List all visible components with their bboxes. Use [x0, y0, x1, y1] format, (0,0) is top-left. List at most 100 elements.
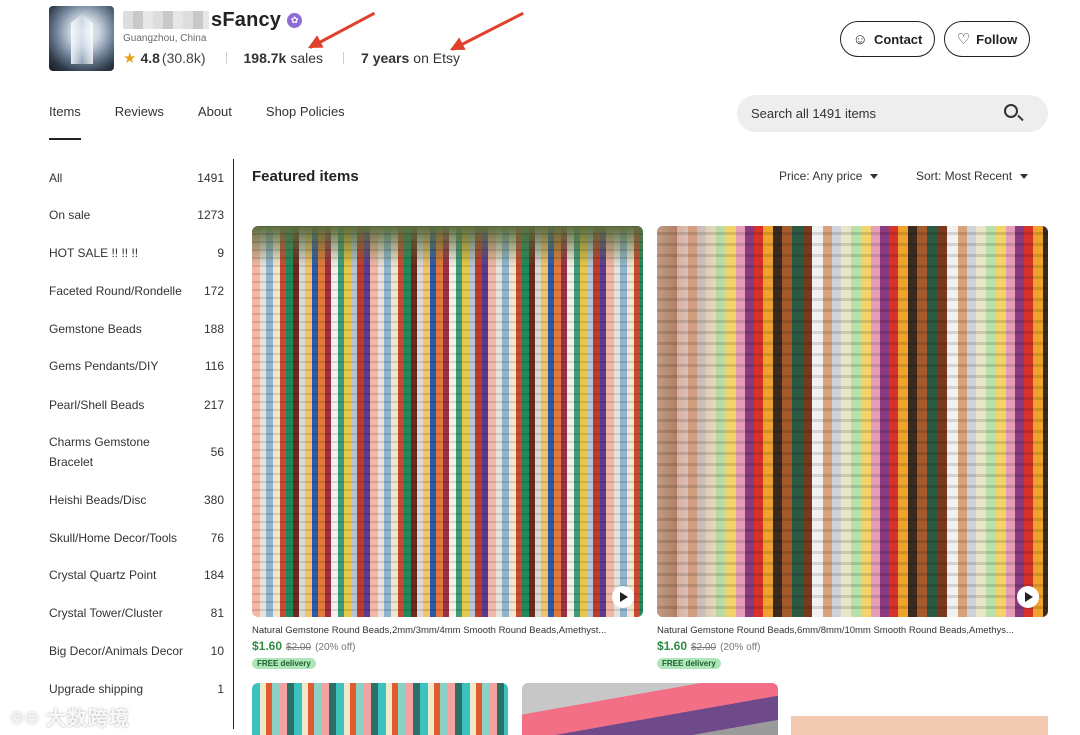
follow-label: Follow [976, 31, 1018, 47]
listing-original-price: $2.00 [691, 642, 717, 653]
shop-avatar[interactable] [49, 6, 114, 71]
follow-button[interactable]: ♡ Follow [944, 21, 1030, 57]
listing-price: $1.60 [657, 639, 688, 653]
listing-card[interactable]: Natural Gemstone Round Beads,2mm/3mm/4mm… [252, 226, 643, 671]
sidebar-item-label: On sale [49, 208, 91, 222]
listing-card[interactable]: Natural Gemstone Round Beads,6mm/8mm/10m… [657, 226, 1048, 671]
sidebar-item-charms-bracelet[interactable]: Charms Gemstone Bracelet 56 [49, 432, 224, 472]
watermark: ◎◎ 大数跨境 [10, 702, 130, 731]
shop-search-box[interactable] [737, 95, 1048, 132]
sidebar-item-big-decor[interactable]: Big Decor/Animals Decor 10 [49, 641, 224, 661]
sidebar-item-crystal-tower[interactable]: Crystal Tower/Cluster 81 [49, 603, 224, 623]
caret-down-icon [1020, 173, 1029, 179]
sales-label: sales [290, 50, 324, 66]
sidebar-item-count: 1491 [197, 171, 224, 185]
sidebar-item-count: 9 [217, 246, 224, 260]
sidebar-item-label: Big Decor/Animals Decor [49, 644, 184, 658]
years-on-etsy: 7 years [361, 50, 410, 66]
sidebar-item-label: Gems Pendants/DIY [49, 359, 159, 373]
sidebar-item-label: Charms Gemstone Bracelet [49, 435, 150, 469]
listing-discount: (20% off) [720, 642, 761, 653]
play-icon[interactable] [612, 586, 634, 608]
sidebar-item-label: Upgrade shipping [49, 682, 144, 696]
play-icon[interactable] [1017, 586, 1039, 608]
listing-title[interactable]: Natural Gemstone Round Beads,2mm/3mm/4mm… [252, 625, 643, 636]
price-filter-dropdown[interactable]: Price: Any price [779, 169, 879, 183]
tab-reviews[interactable]: Reviews [115, 104, 164, 129]
tab-about[interactable]: About [198, 104, 232, 129]
sidebar-item-label: HOT SALE !! !! !! [49, 246, 139, 260]
tab-shop-policies[interactable]: Shop Policies [266, 104, 345, 129]
sidebar-item-label: Crystal Tower/Cluster [49, 606, 163, 620]
sidebar-item-label: Pearl/Shell Beads [49, 398, 145, 412]
listing-thumbnail[interactable] [252, 683, 508, 735]
search-icon[interactable] [1004, 104, 1018, 118]
free-delivery-badge: FREE delivery [657, 658, 721, 669]
sidebar-item-gemstone-beads[interactable]: Gemstone Beads 188 [49, 319, 224, 339]
sidebar-item-label: Faceted Round/Rondelle [49, 284, 182, 298]
tab-items[interactable]: Items [49, 104, 81, 140]
price-filter-label: Price: Any price [779, 169, 863, 183]
sidebar-item-all[interactable]: All 1491 [49, 168, 224, 188]
shop-location: Guangzhou, China [123, 33, 207, 44]
price-row: $1.60 $2.00 (20% off) [252, 639, 643, 653]
sidebar-item-count: 184 [203, 568, 224, 582]
sidebar-item-count: 1 [217, 682, 224, 696]
shop-name-text: sFancy [211, 8, 282, 31]
sort-dropdown[interactable]: Sort: Most Recent [916, 169, 1029, 183]
search-input[interactable] [751, 106, 991, 121]
sidebar-item-count: 217 [203, 398, 224, 412]
sidebar-item-count: 380 [203, 493, 224, 507]
sidebar-item-pearl-shell[interactable]: Pearl/Shell Beads 217 [49, 395, 224, 415]
section-sidebar: All 1491 On sale 1273 HOT SALE !! !! !! … [49, 159, 234, 729]
star-seller-badge-icon: ✿ [287, 12, 303, 28]
heart-icon: ♡ [956, 31, 971, 48]
shop-tabs: Items Reviews About Shop Policies [49, 104, 379, 140]
listing-thumbnail[interactable] [791, 683, 1048, 735]
sidebar-item-count: 1273 [197, 208, 224, 222]
sidebar-item-count: 56 [210, 445, 224, 459]
sidebar-item-skull-home-decor[interactable]: Skull/Home Decor/Tools 76 [49, 528, 224, 548]
sidebar-item-count: 81 [210, 606, 224, 620]
sidebar-item-hot-sale[interactable]: HOT SALE !! !! !! 9 [49, 243, 224, 263]
sidebar-item-crystal-quartz[interactable]: Crystal Quartz Point 184 [49, 565, 224, 585]
stat-divider [225, 52, 227, 64]
shop-stats: ★ 4.8 (30.8k) 198.7k sales 7 years on Et… [123, 49, 460, 67]
listing-discount: (20% off) [315, 642, 356, 653]
sidebar-item-label: Heishi Beads/Disc [49, 493, 147, 507]
sidebar-item-on-sale[interactable]: On sale 1273 [49, 205, 224, 225]
contact-label: Contact [873, 31, 923, 47]
contact-button[interactable]: ☺ Contact [840, 21, 935, 57]
price-row: $1.60 $2.00 (20% off) [657, 639, 1048, 653]
sidebar-item-label: Crystal Quartz Point [49, 568, 157, 582]
watermark-logo-icon: ◎◎ [10, 708, 40, 726]
listing-title[interactable]: Natural Gemstone Round Beads,6mm/8mm/10m… [657, 625, 1048, 636]
listing-thumbnail[interactable] [522, 683, 778, 735]
listing-original-price: $2.00 [286, 642, 312, 653]
listing-image[interactable] [252, 226, 643, 617]
shop-name: sFancy ✿ [123, 8, 303, 32]
sidebar-item-count: 116 [204, 359, 224, 373]
sidebar-item-gems-pendants[interactable]: Gems Pendants/DIY 116 [49, 356, 224, 376]
sort-label: Sort: Most Recent [916, 169, 1013, 183]
featured-items-title: Featured items [252, 168, 359, 185]
sidebar-item-faceted-round[interactable]: Faceted Round/Rondelle 172 [49, 281, 224, 301]
listing-price: $1.60 [252, 639, 283, 653]
sidebar-item-count: 172 [203, 284, 224, 298]
rating-count[interactable]: (30.8k) [162, 50, 206, 66]
star-icon: ★ [123, 50, 137, 67]
listing-image[interactable] [657, 226, 1048, 617]
sales-count: 198.7k [243, 50, 287, 66]
sidebar-item-heishi-beads[interactable]: Heishi Beads/Disc 380 [49, 490, 224, 510]
sidebar-item-count: 10 [210, 644, 224, 658]
sidebar-item-label: All [49, 171, 63, 185]
annotation-arrow [451, 11, 524, 51]
sidebar-item-count: 188 [203, 322, 224, 336]
free-delivery-badge: FREE delivery [252, 658, 316, 669]
crystal-image [71, 14, 93, 64]
watermark-text: 大数跨境 [45, 708, 130, 730]
sidebar-item-upgrade-shipping[interactable]: Upgrade shipping 1 [49, 679, 224, 699]
stat-divider [343, 52, 345, 64]
rating-value: 4.8 [140, 50, 160, 66]
annotation-arrow [309, 11, 376, 49]
